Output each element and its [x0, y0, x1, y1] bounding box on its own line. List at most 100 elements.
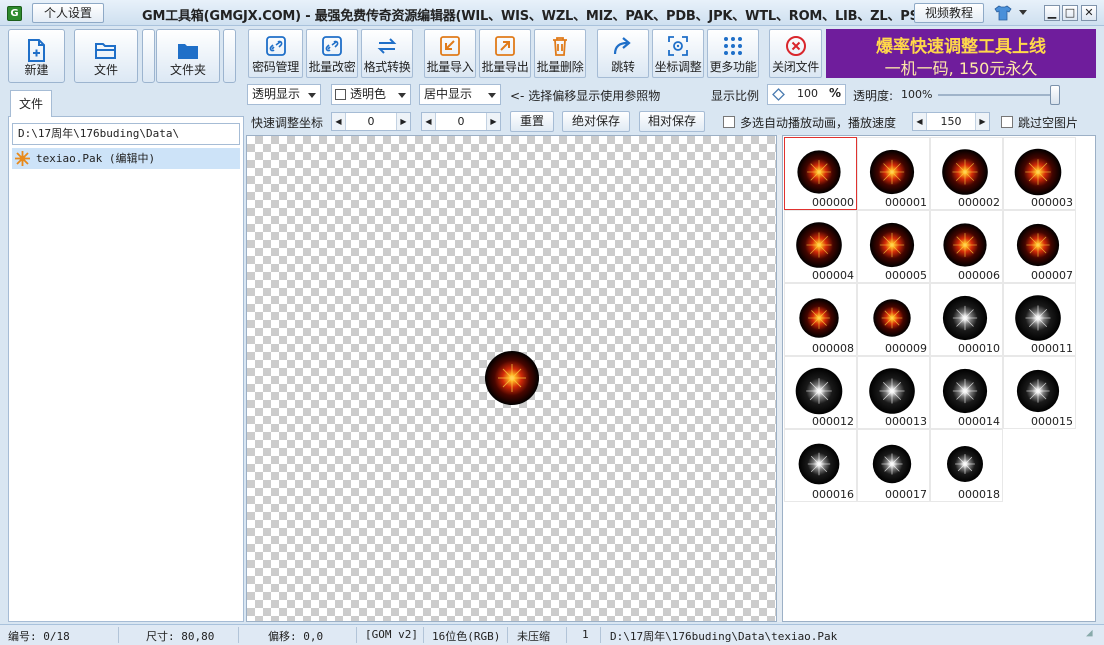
shirt-icon[interactable]: [994, 4, 1012, 22]
target-icon: [668, 36, 688, 56]
toolbar-dropdown-handle[interactable]: [142, 29, 155, 83]
thumbnail-label: 000016: [812, 488, 854, 501]
minimize-button[interactable]: ▁: [1044, 5, 1060, 21]
close-file-button[interactable]: 关闭文件: [769, 29, 822, 78]
link-icon: [322, 36, 342, 56]
thumbnail-item[interactable]: 000008: [784, 283, 857, 356]
thumbnail-item[interactable]: 000013: [857, 356, 930, 429]
toolbar-label: 批量删除: [536, 60, 584, 74]
thumbnail-label: 000001: [885, 196, 927, 209]
jump-button[interactable]: 跳转: [597, 29, 649, 78]
increment-icon[interactable]: ▶: [975, 113, 989, 130]
thumbnail-item[interactable]: 000016: [784, 429, 857, 502]
white-orb-sprite: [942, 368, 988, 414]
new-button[interactable]: 新建: [8, 29, 65, 83]
thumbnail-item[interactable]: 000015: [1003, 356, 1076, 429]
white-orb-sprite: [1015, 295, 1061, 341]
batch-export-button[interactable]: 批量导出: [479, 29, 531, 78]
fire-orb-sprite: [797, 150, 841, 194]
close-window-button[interactable]: ✕: [1081, 5, 1097, 21]
scale-value: 100: [797, 87, 818, 100]
fire-orb-sprite: [796, 222, 842, 268]
decrement-icon[interactable]: ◀: [332, 113, 346, 130]
thumbnail-item[interactable]: 000011: [1003, 283, 1076, 356]
thumbnail-item[interactable]: 000012: [784, 356, 857, 429]
thumbnail-item[interactable]: 000009: [857, 283, 930, 356]
resize-grip-icon[interactable]: ◢: [1086, 626, 1093, 639]
thumbnail-item[interactable]: 000014: [930, 356, 1003, 429]
thumbnail-label: 000005: [885, 269, 927, 282]
alignment-select[interactable]: 居中显示: [419, 84, 501, 105]
status-size: 尺寸: 80,80: [146, 630, 215, 643]
thumbnail-label: 000008: [812, 342, 854, 355]
batch-delete-button[interactable]: 批量删除: [534, 29, 586, 78]
toolbar-label: 关闭文件: [772, 60, 819, 74]
trash-icon: [553, 37, 567, 56]
toolbar-label: 密码管理: [252, 60, 299, 74]
ad-headline: 爆率快速调整工具上线: [876, 37, 1046, 57]
opacity-slider-thumb[interactable]: [1050, 85, 1060, 105]
close-icon: ✕: [1084, 6, 1094, 19]
chevron-down-icon[interactable]: [1019, 10, 1027, 15]
more-functions-button[interactable]: 更多功能: [707, 29, 759, 78]
pak-file-icon: [15, 151, 30, 166]
fire-orb-sprite: [869, 149, 915, 195]
ad-banner[interactable]: 爆率快速调整工具上线 一机一码, 150元永久: [826, 29, 1096, 78]
display-mode-select[interactable]: 透明显示: [247, 84, 321, 105]
skip-empty-checkbox[interactable]: [1001, 116, 1013, 128]
video-tutorial-button[interactable]: 视频教程: [914, 3, 984, 23]
opacity-label: 透明度:: [853, 89, 894, 103]
auto-play-checkbox[interactable]: [723, 116, 735, 128]
transparent-color-checkbox[interactable]: [335, 89, 346, 100]
thumbnail-item[interactable]: 000018: [930, 429, 1003, 502]
white-orb-sprite: [795, 367, 843, 415]
maximize-button[interactable]: □: [1062, 5, 1078, 21]
thumbnail-item[interactable]: 000000: [784, 137, 857, 210]
coordinate-adjust-button[interactable]: 坐标调整: [652, 29, 704, 78]
opacity-slider-track[interactable]: [938, 94, 1060, 96]
thumbnail-item[interactable]: 000007: [1003, 210, 1076, 283]
file-label: 文件: [93, 63, 118, 77]
tab-file[interactable]: 文件: [10, 90, 52, 117]
status-index: 编号: 0/18: [8, 630, 70, 643]
increment-icon[interactable]: ▶: [486, 113, 500, 130]
thumbnail-item[interactable]: 000017: [857, 429, 930, 502]
thumbnail-item[interactable]: 000002: [930, 137, 1003, 210]
increment-icon[interactable]: ▶: [396, 113, 410, 130]
batch-change-password-button[interactable]: 批量改密: [306, 29, 358, 78]
folder-path-field[interactable]: D:\17周年\176buding\Data\: [12, 123, 240, 145]
thumbnail-item[interactable]: 000010: [930, 283, 1003, 356]
x-offset-stepper[interactable]: ◀ 0 ▶: [331, 112, 411, 131]
absolute-save-button[interactable]: 绝对保存: [562, 111, 630, 132]
decrement-icon[interactable]: ◀: [422, 113, 436, 130]
thumbnail-item[interactable]: 000001: [857, 137, 930, 210]
play-speed-stepper[interactable]: ◀ 150 ▶: [912, 112, 990, 131]
password-manage-button[interactable]: 密码管理: [248, 29, 303, 78]
status-offset: 偏移: 0,0: [268, 630, 324, 643]
relative-save-button[interactable]: 相对保存: [639, 111, 705, 132]
percent-button[interactable]: %: [829, 86, 841, 100]
auto-play-label: 多选自动播放动画，播放速度: [740, 116, 897, 130]
toolbar-label: 坐标调整: [654, 60, 702, 74]
fire-orb-sprite: [943, 223, 987, 267]
status-compression: 未压缩: [517, 630, 550, 643]
decrement-icon[interactable]: ◀: [913, 113, 927, 130]
thumbnail-label: 000003: [1031, 196, 1073, 209]
minimize-icon: ▁: [1047, 6, 1057, 19]
format-convert-button[interactable]: 格式转换: [361, 29, 413, 78]
thumbnail-item[interactable]: 000006: [930, 210, 1003, 283]
ad-subline: 一机一码, 150元永久: [884, 59, 1038, 78]
thumbnail-item[interactable]: 000005: [857, 210, 930, 283]
thumbnail-item[interactable]: 000003: [1003, 137, 1076, 210]
close-circle-icon: [785, 36, 806, 56]
open-folder-button[interactable]: 文件夹: [156, 29, 220, 83]
batch-import-button[interactable]: 批量导入: [424, 29, 476, 78]
open-file-button[interactable]: 文件: [74, 29, 138, 83]
y-offset-stepper[interactable]: ◀ 0 ▶: [421, 112, 501, 131]
thumbnail-item[interactable]: 000004: [784, 210, 857, 283]
toolbar-dropdown-handle[interactable]: [223, 29, 236, 83]
thumbnail-label: 000002: [958, 196, 1000, 209]
personal-settings-button[interactable]: 个人设置: [32, 3, 104, 23]
reset-button[interactable]: 重置: [510, 111, 554, 132]
file-list-item[interactable]: texiao.Pak (编辑中): [12, 148, 240, 169]
